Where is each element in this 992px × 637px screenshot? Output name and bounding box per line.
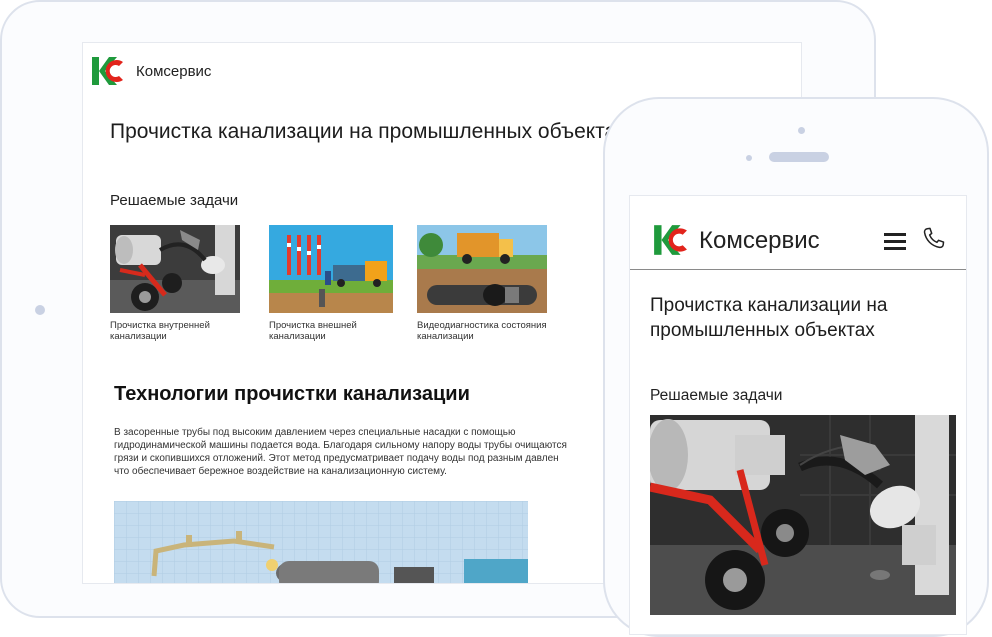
- drain-machine-image: [110, 225, 240, 313]
- brand-name: Комсервис: [136, 62, 212, 80]
- brand-logo[interactable]: [652, 222, 688, 263]
- phone-screen: Комсервис Прочистка канализации на промы…: [629, 195, 967, 635]
- technologies-heading: Технологии прочистки канализации: [114, 383, 470, 405]
- card-caption: Прочистка внешней канализации: [269, 320, 357, 342]
- task-card-video[interactable]: Видеодиагностика состояния канализации: [417, 225, 547, 342]
- page-title: Прочистка канализации на промышленных об…: [110, 120, 627, 143]
- phone-frame: Комсервис Прочистка канализации на промы…: [603, 97, 989, 637]
- page-title: Прочистка канализации на промышленных об…: [650, 295, 888, 341]
- task-card-internal[interactable]: Прочистка внутренней канализации: [110, 225, 240, 342]
- video-inspection-image: [417, 225, 547, 313]
- phone-speaker: [769, 152, 829, 162]
- brand-logo[interactable]: [90, 54, 124, 88]
- tasks-heading: Решаемые задачи: [650, 387, 783, 404]
- task-card-external[interactable]: Прочистка внешней канализации: [269, 225, 399, 342]
- brand-name: Комсервис: [699, 227, 820, 254]
- card-caption: Видеодиагностика состояния канализации: [417, 320, 547, 342]
- drain-machine-image[interactable]: [650, 415, 956, 615]
- komservis-logo-icon: [92, 57, 123, 85]
- phone-sensor: [798, 127, 805, 134]
- hamburger-menu-icon[interactable]: [884, 233, 908, 251]
- phone-icon[interactable]: [920, 226, 946, 252]
- tablet-camera: [35, 305, 45, 315]
- hydrodynamic-machine-diagram: [114, 501, 528, 583]
- mobile-header: Комсервис: [630, 196, 966, 270]
- tasks-heading: Решаемые задачи: [110, 192, 239, 209]
- external-sewer-image: [269, 225, 399, 313]
- site-header: Комсервис: [90, 54, 211, 88]
- card-caption: Прочистка внутренней канализации: [110, 320, 210, 342]
- komservis-logo-icon: [654, 225, 687, 255]
- phone-camera: [746, 155, 752, 161]
